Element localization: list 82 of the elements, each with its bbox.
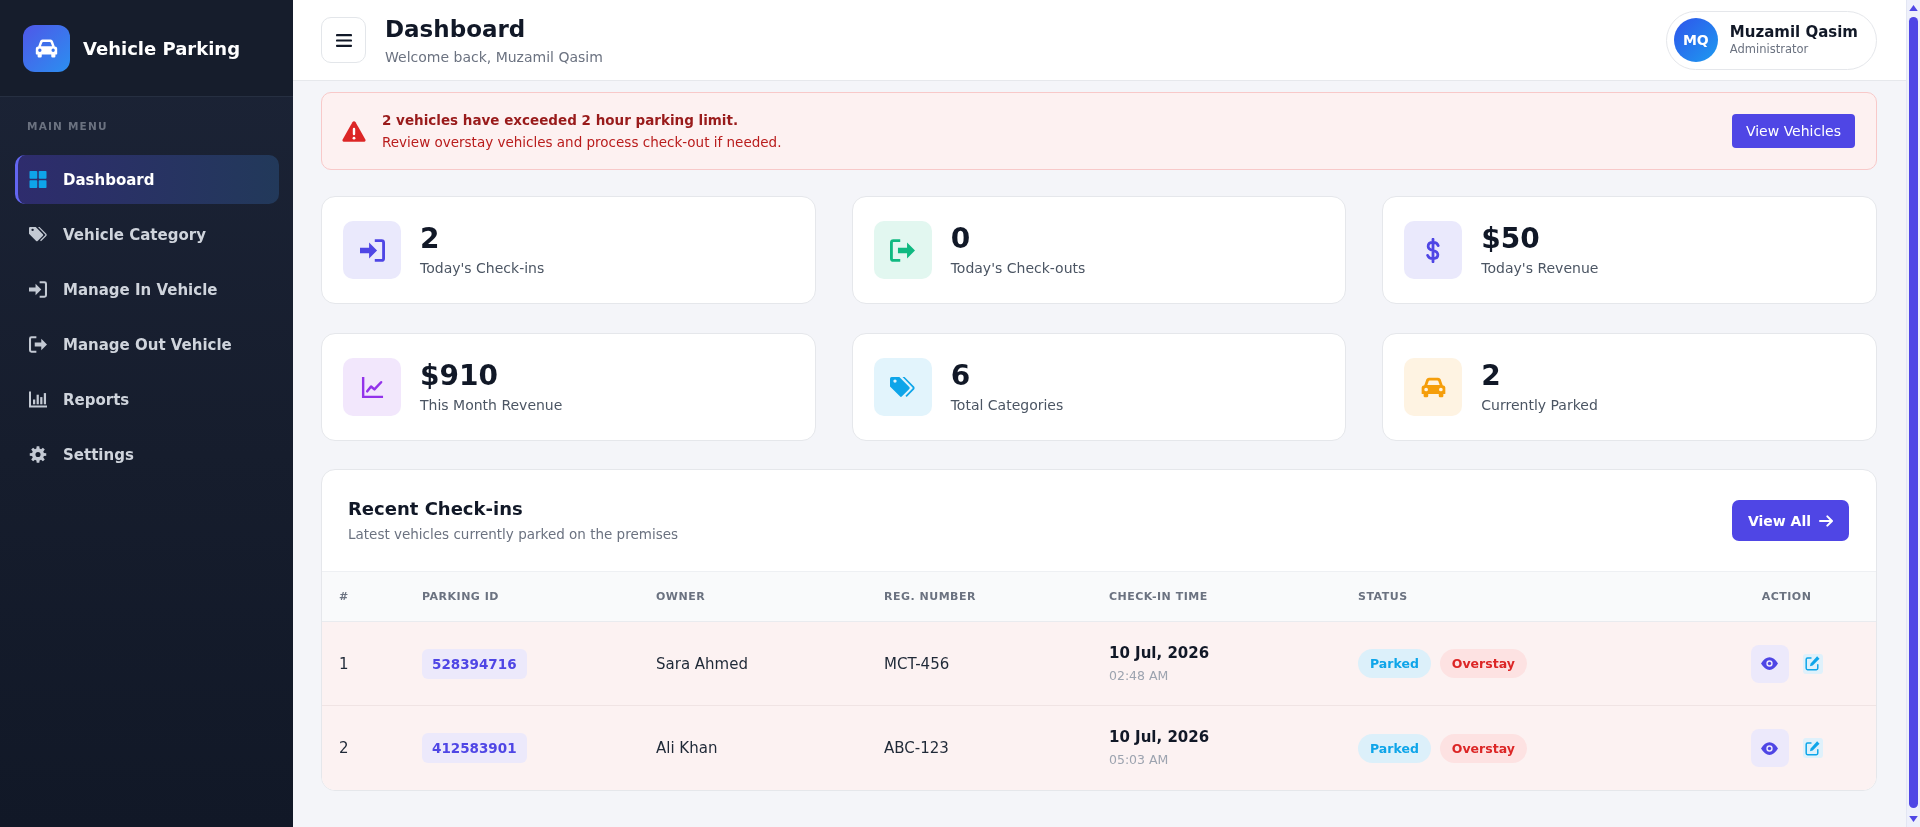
arrow-up-icon[interactable]	[1909, 5, 1918, 11]
sign-out-icon	[29, 336, 47, 353]
warning-icon	[342, 120, 366, 142]
edit-icon	[1805, 740, 1820, 756]
column-header: PARKING ID	[422, 590, 499, 603]
column-header: OWNER	[656, 590, 706, 603]
menu-button[interactable]	[321, 17, 366, 63]
status-badge: Parked	[1358, 649, 1431, 678]
tags-icon	[29, 226, 47, 243]
stat-value: 6	[950, 360, 972, 392]
menu-item[interactable]: Reports	[15, 375, 279, 424]
column-header: ACTION	[1761, 590, 1812, 603]
stat-label: Total Categories	[950, 396, 1064, 414]
dollar-icon	[1404, 221, 1463, 279]
user-avatar: MQ	[1673, 18, 1718, 62]
stat-label: Currently Parked	[1481, 396, 1598, 414]
view-all-button[interactable]: View All	[1731, 500, 1849, 541]
registration-number: MCT-456	[884, 654, 950, 673]
stat-value: 0	[950, 223, 972, 255]
owner-name: Sara Ahmed	[656, 654, 748, 673]
column-header: #	[339, 590, 349, 603]
menu-item[interactable]: Dashboard	[15, 155, 279, 204]
stat-value: 2	[420, 223, 441, 255]
app-name: Vehicle Parking	[83, 37, 241, 59]
page-title: Dashboard	[385, 14, 527, 43]
sign-in-icon	[343, 221, 401, 279]
menu-item[interactable]: Manage Out Vehicle	[15, 320, 279, 369]
status-badge: Overstay	[1439, 733, 1527, 763]
tags-icon	[873, 358, 932, 416]
stat-label: Today's Check-outs	[950, 259, 1086, 277]
view-button[interactable]	[1750, 729, 1789, 767]
status-badge: Overstay	[1439, 649, 1527, 678]
user-role: Administrator	[1729, 42, 1810, 57]
parking-id-tag[interactable]: 528394716	[422, 648, 527, 679]
eye-icon	[1761, 741, 1778, 755]
car-icon	[23, 24, 70, 72]
eye-icon	[1761, 657, 1778, 670]
grid-icon	[29, 171, 47, 188]
sign-out-icon	[873, 221, 932, 279]
menu-section-label: MAIN MENU	[27, 119, 108, 133]
scroll-thumb[interactable]	[1909, 17, 1918, 808]
stat-label: This Month Revenue	[420, 396, 563, 414]
check-in-date: 10 Jul, 2026	[1109, 643, 1211, 663]
scrollbar[interactable]	[1906, 0, 1920, 827]
arrow-down-icon[interactable]	[1909, 816, 1918, 822]
stat-value: $910	[420, 360, 499, 392]
trend-chart-icon	[343, 358, 401, 416]
registration-number: ABC-123	[884, 739, 949, 757]
owner-name: Ali Khan	[656, 739, 718, 757]
stat-value: 2	[1481, 360, 1502, 392]
column-header: STATUS	[1358, 590, 1408, 603]
stat-label: Today's Revenue	[1481, 259, 1599, 277]
view-vehicles-button[interactable]: View Vehicles	[1731, 114, 1855, 148]
sign-in-icon	[29, 281, 47, 298]
check-in-time: 02:48 AM	[1109, 667, 1170, 684]
section-title: Recent Check-ins	[348, 498, 524, 520]
stat-label: Today's Check-ins	[420, 259, 545, 277]
settings-icon	[29, 446, 47, 463]
menu-item[interactable]: Vehicle Category	[15, 210, 279, 259]
user-profile[interactable]: MQ Muzamil Qasim Administrator	[1665, 10, 1877, 70]
bar-chart-icon	[29, 391, 47, 408]
column-header: CHECK-IN TIME	[1109, 590, 1208, 603]
row-number: 1	[339, 654, 349, 673]
alert-title: 2 vehicles have exceeded 2 hour parking limit.	[382, 111, 740, 129]
alert-message: Review overstay vehicles and process check-out if needed.	[382, 133, 782, 151]
menu-icon	[335, 33, 352, 47]
view-button[interactable]	[1750, 644, 1789, 683]
welcome-text: Welcome back, Muzamil Qasim	[385, 47, 603, 66]
parking-id-tag[interactable]: 412583901	[422, 733, 527, 763]
row-number: 2	[339, 739, 349, 757]
arrow-right-icon	[1819, 514, 1833, 527]
section-subtitle: Latest vehicles currently parked on the premises	[348, 525, 678, 543]
edit-icon	[1805, 656, 1820, 671]
car-icon	[1404, 358, 1463, 416]
check-in-date: 10 Jul, 2026	[1109, 728, 1211, 747]
menu-item[interactable]: Settings	[15, 430, 279, 479]
stat-value: $50	[1481, 223, 1541, 255]
menu-item[interactable]: Manage In Vehicle	[15, 265, 279, 314]
user-name: Muzamil Qasim	[1729, 23, 1858, 42]
status-badge: Parked	[1358, 733, 1431, 763]
column-header: REG. NUMBER	[884, 590, 976, 603]
check-in-time: 05:03 AM	[1109, 752, 1170, 768]
